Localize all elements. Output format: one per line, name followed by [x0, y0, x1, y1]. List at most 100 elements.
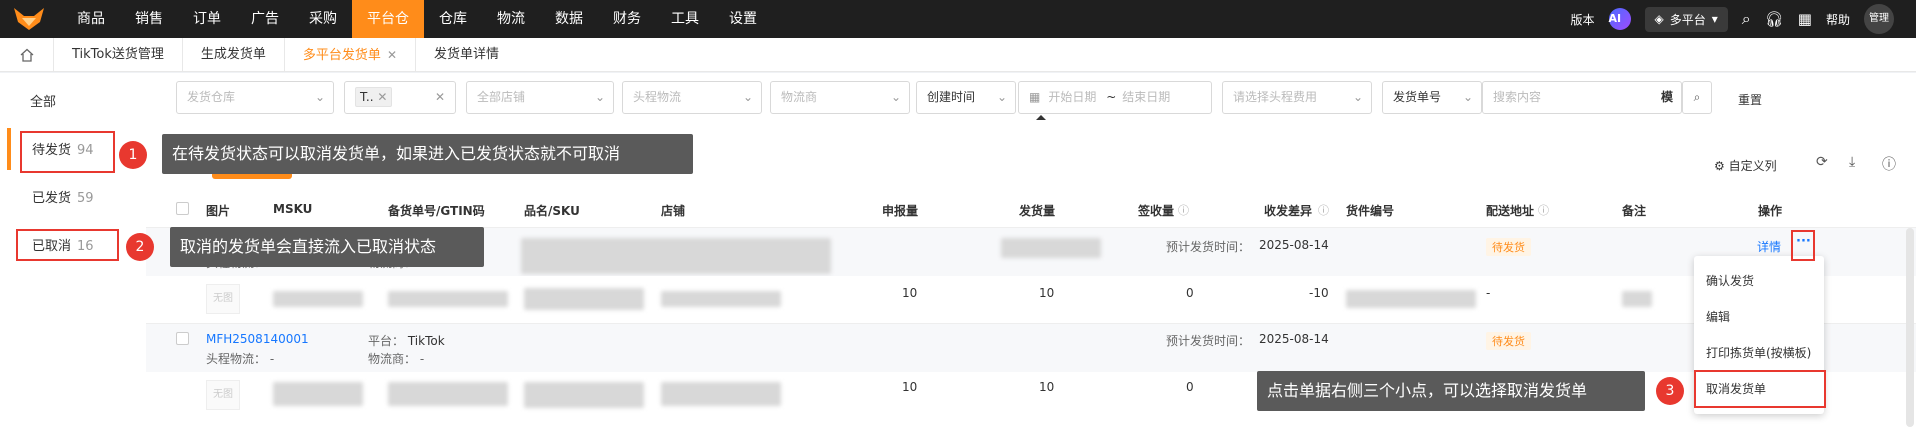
version-link[interactable]: 版本 — [1570, 11, 1594, 28]
redacted-info — [521, 238, 831, 274]
first-fee-select[interactable]: 请选择头程费用 ⌄ — [1222, 81, 1372, 114]
info-icon[interactable]: ⓘ — [1538, 202, 1549, 218]
active-indicator — [7, 128, 11, 170]
search-field-select[interactable]: 发货单号 ⌄ — [1382, 81, 1482, 114]
chevron-down-icon: ⌄ — [314, 90, 325, 104]
start-date-placeholder: 开始日期 — [1048, 90, 1097, 104]
nav-item-tools[interactable]: 工具 — [656, 0, 714, 38]
detail-link[interactable]: 详情 — [1757, 238, 1781, 255]
tab-tiktok-delivery[interactable]: TikTok送货管理 — [54, 37, 183, 72]
shop-select[interactable]: 全部店铺 ⌄ — [466, 81, 614, 114]
select-all-checkbox[interactable] — [176, 202, 189, 215]
declared-qty: 10 — [902, 286, 918, 300]
first-logistics-key: 头程物流： — [206, 352, 267, 366]
status-shipped-label: 已发货 — [32, 191, 72, 206]
warehouse-placeholder: 发货仓库 — [187, 90, 236, 104]
fuzzy-mode-toggle[interactable]: 模 — [1661, 82, 1673, 113]
nav-item-platform-warehouse[interactable]: 平台仓 — [352, 0, 424, 38]
info-icon[interactable]: ⓘ — [1318, 202, 1329, 218]
search-input[interactable]: 搜索内容 模 — [1482, 81, 1682, 114]
redacted-info — [273, 382, 363, 406]
nav-item-settings[interactable]: 设置 — [714, 0, 772, 38]
highlight-box — [1791, 230, 1815, 261]
top-right-tools: 版本 AI ◈ 多平台 ▾ ⌕ 🎧︎ ▦ 帮助 管理 — [1570, 0, 1916, 38]
nav-item-orders[interactable]: 订单 — [178, 0, 236, 38]
ai-badge[interactable]: AI — [1608, 8, 1631, 30]
help-circle-icon[interactable]: ⓘ — [1882, 154, 1896, 174]
declared-qty: 10 — [902, 380, 918, 394]
clear-icon[interactable]: ✕ — [435, 82, 445, 113]
user-avatar[interactable]: 管理 — [1864, 4, 1894, 34]
nav-item-purchase[interactable]: 采购 — [294, 0, 352, 38]
first-logistics-select[interactable]: 头程物流 ⌄ — [622, 81, 762, 114]
status-shipped-count: 59 — [77, 191, 94, 206]
nav-item-warehouse[interactable]: 仓库 — [424, 0, 482, 38]
order-row: MFH2508140001 平台： TikTok 头程物流： - 物流商： - … — [146, 324, 1916, 372]
status-shipped[interactable]: 已发货 59 — [32, 187, 94, 206]
carrier-label: 物流商： - — [368, 350, 424, 367]
calendar-icon: ▦ — [1029, 90, 1041, 104]
date-range-picker[interactable]: ▦ 开始日期 ~ 结束日期 — [1018, 81, 1212, 114]
refresh-icon[interactable]: ⟳ — [1816, 154, 1828, 170]
platform-label: 多平台 — [1669, 12, 1706, 27]
col-shop: 店铺 — [661, 204, 686, 218]
reset-button[interactable]: 重置 — [1738, 91, 1762, 108]
info-icon[interactable]: ⓘ — [1178, 202, 1189, 218]
table-header: 图片 MSKU 备货单号/GTIN码 品名/SKU 店铺 申报量 发货量 签收量… — [146, 190, 1916, 228]
help-link[interactable]: 帮助 — [1826, 11, 1850, 28]
menu-item-print-picklist[interactable]: 打印拣货单(按横板) — [1706, 344, 1811, 361]
apps-grid-icon[interactable]: ▦ — [1798, 10, 1812, 28]
redacted-info — [661, 382, 781, 406]
callout-tip: 点击单据右侧三个小点，可以选择取消发货单 — [1257, 371, 1645, 411]
tab-multi-platform-shipment[interactable]: 多平台发货单 ✕ — [285, 37, 416, 72]
platform-switcher[interactable]: ◈ 多平台 ▾ — [1644, 6, 1728, 32]
tag-remove-icon[interactable]: ✕ — [377, 90, 387, 104]
nav-item-ads[interactable]: 广告 — [236, 0, 294, 38]
nav-item-sales[interactable]: 销售 — [120, 0, 178, 38]
customize-columns-button[interactable]: ⚙ 自定义列 — [1714, 157, 1777, 174]
menu-item-edit[interactable]: 编辑 — [1706, 308, 1730, 325]
col-diff: 收发差异 — [1264, 204, 1313, 218]
vertical-scrollbar[interactable] — [1906, 228, 1914, 427]
highlight-box — [1694, 370, 1826, 408]
col-remark: 备注 — [1622, 204, 1647, 218]
chevron-down-icon: ⌄ — [742, 90, 753, 104]
menu-item-confirm-ship[interactable]: 确认发货 — [1706, 272, 1754, 289]
col-action: 操作 — [1758, 204, 1783, 218]
platform-key: 平台： — [368, 334, 405, 348]
tab-shipment-detail[interactable]: 发货单详情 — [416, 38, 517, 72]
warehouse-select[interactable]: 发货仓库 ⌄ — [176, 81, 334, 114]
search-field-value: 发货单号 — [1393, 90, 1442, 104]
collapse-caret-icon[interactable] — [1036, 115, 1046, 120]
customize-label: 自定义列 — [1728, 159, 1777, 173]
col-name-sku: 品名/SKU — [524, 204, 580, 218]
close-icon[interactable]: ✕ — [387, 48, 397, 62]
col-image: 图片 — [206, 204, 231, 218]
caret-down-icon: ▾ — [1711, 12, 1718, 26]
gear-icon: ⚙ — [1714, 159, 1725, 173]
first-logistics-placeholder: 头程物流 — [633, 90, 682, 104]
tab-label: 多平台发货单 — [302, 47, 381, 63]
no-image-placeholder: 无图 — [206, 284, 240, 314]
home-tab[interactable] — [0, 37, 54, 72]
nav-item-finance[interactable]: 财务 — [598, 0, 656, 38]
headset-icon[interactable]: 🎧︎ — [1765, 10, 1784, 28]
nav-item-logistics[interactable]: 物流 — [482, 0, 540, 38]
row-checkbox[interactable] — [176, 332, 189, 345]
order-number-link[interactable]: MFH2508140001 — [206, 332, 309, 346]
col-declared: 申报量 — [882, 204, 919, 218]
expected-ship-date: 2025-08-14 — [1259, 332, 1329, 346]
time-type-select[interactable]: 创建时间 ⌄ — [916, 81, 1016, 114]
redacted-info — [388, 291, 508, 307]
search-icon[interactable]: ⌕ — [1742, 9, 1751, 29]
search-button[interactable]: ⌕ — [1682, 81, 1712, 114]
status-all[interactable]: 全部 — [30, 91, 56, 110]
download-icon[interactable]: ⤓ — [1849, 154, 1855, 170]
tab-generate-shipment[interactable]: 生成发货单 — [183, 37, 285, 72]
fox-logo-icon[interactable] — [12, 6, 46, 32]
nav-item-products[interactable]: 商品 — [62, 0, 120, 38]
shipped-qty: 10 — [1039, 286, 1055, 300]
carrier-select[interactable]: 物流商 ⌄ — [770, 81, 910, 114]
nav-item-data[interactable]: 数据 — [540, 0, 598, 38]
tag-select[interactable]: T.. ✕ ✕ — [344, 81, 456, 114]
